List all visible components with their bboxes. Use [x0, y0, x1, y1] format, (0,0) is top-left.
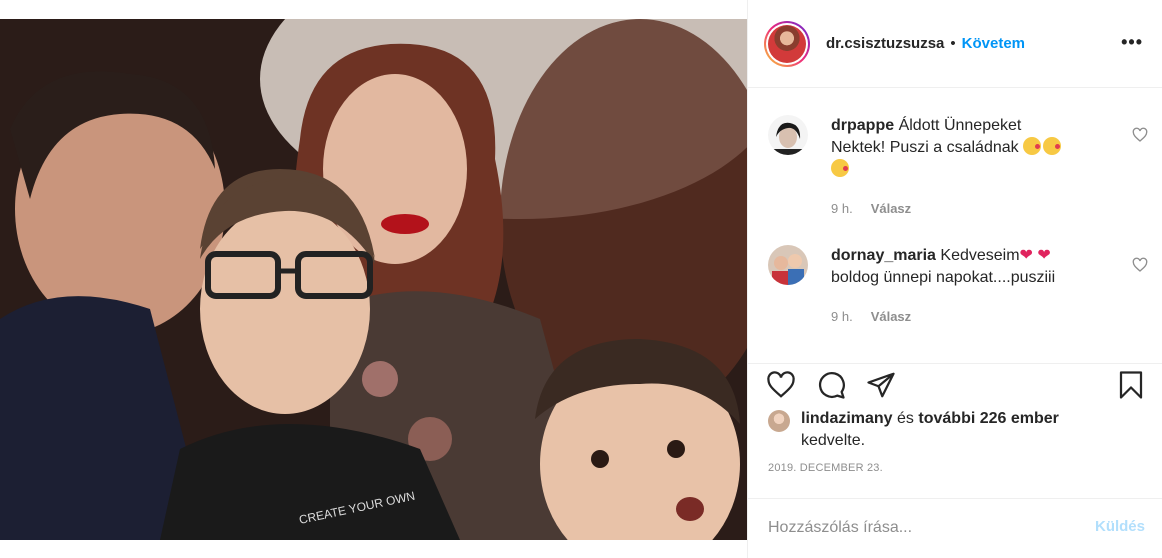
post-sidebar: dr.csisztuzsuzsa • Követem ••• drpappe Á… [747, 0, 1162, 558]
like-comment-heart-icon[interactable] [1132, 127, 1148, 143]
comment-body: dornay_maria Kedveseim❤ ❤ boldog ünnepi … [831, 245, 1111, 289]
likes-others[interactable]: további 226 ember [918, 410, 1059, 427]
author-username[interactable]: dr.csisztuzsuzsa [826, 35, 944, 52]
like-comment-heart-icon[interactable] [1132, 257, 1148, 273]
kiss-emoji-icon [831, 159, 849, 177]
likes-connector: és [897, 410, 914, 427]
comment-meta: 9 h. Válasz [831, 309, 911, 324]
heart-icon[interactable] [766, 370, 796, 400]
comment-input[interactable] [768, 516, 1068, 540]
likes-summary: lindazimany és további 226 ember kedvelt… [768, 408, 1148, 452]
separator-dot: • [950, 35, 956, 52]
reply-button[interactable]: Válasz [871, 201, 911, 216]
comment-username[interactable]: dornay_maria [831, 247, 936, 264]
kiss-emoji-icon [1023, 137, 1042, 155]
follow-button[interactable]: Követem [962, 35, 1025, 52]
comment-text: Áldott Ünnepeket [898, 117, 1022, 134]
likes-suffix: kedvelte. [801, 432, 866, 449]
author-avatar[interactable] [764, 20, 810, 67]
liker-username[interactable]: lindazimany [801, 410, 893, 427]
comment-text: Kedveseim [940, 247, 1020, 264]
share-icon[interactable] [866, 370, 896, 400]
send-button[interactable]: Küldés [1095, 518, 1145, 535]
comment-icon[interactable] [816, 370, 846, 400]
post-header: dr.csisztuzsuzsa • Követem ••• [748, 0, 1162, 88]
comment-time: 9 h. [831, 309, 853, 324]
comment-username[interactable]: drpappe [831, 117, 894, 134]
comment-meta: 9 h. Válasz [831, 201, 911, 216]
liker-avatar[interactable] [768, 410, 790, 432]
reply-button[interactable]: Válasz [871, 309, 911, 324]
post-date[interactable]: 2019. DECEMBER 23. [768, 462, 883, 474]
photo-pane: CREATE YOUR OWN [0, 0, 747, 558]
commenter-avatar[interactable] [768, 115, 808, 155]
post-actions [748, 363, 1162, 403]
bookmark-icon[interactable] [1116, 370, 1146, 400]
more-icon[interactable]: ••• [1121, 32, 1143, 53]
heart-emoji-icon: ❤ [1019, 247, 1033, 264]
comment-text: Nektek! Puszi a családnak [831, 139, 1019, 156]
kiss-emoji-icon [1043, 137, 1062, 155]
comment-body: drpappe Áldott Ünnepeket Nektek! Puszi a… [831, 115, 1111, 181]
comment-text: boldog ünnepi napokat....pusziii [831, 269, 1056, 286]
heart-emoji-icon: ❤ [1037, 247, 1051, 264]
comment-composer: Küldés [748, 498, 1162, 558]
commenter-avatar[interactable] [768, 245, 808, 285]
post-photo[interactable]: CREATE YOUR OWN [0, 19, 747, 540]
comments-list: drpappe Áldott Ünnepeket Nektek! Puszi a… [748, 89, 1162, 363]
comment-time: 9 h. [831, 201, 853, 216]
